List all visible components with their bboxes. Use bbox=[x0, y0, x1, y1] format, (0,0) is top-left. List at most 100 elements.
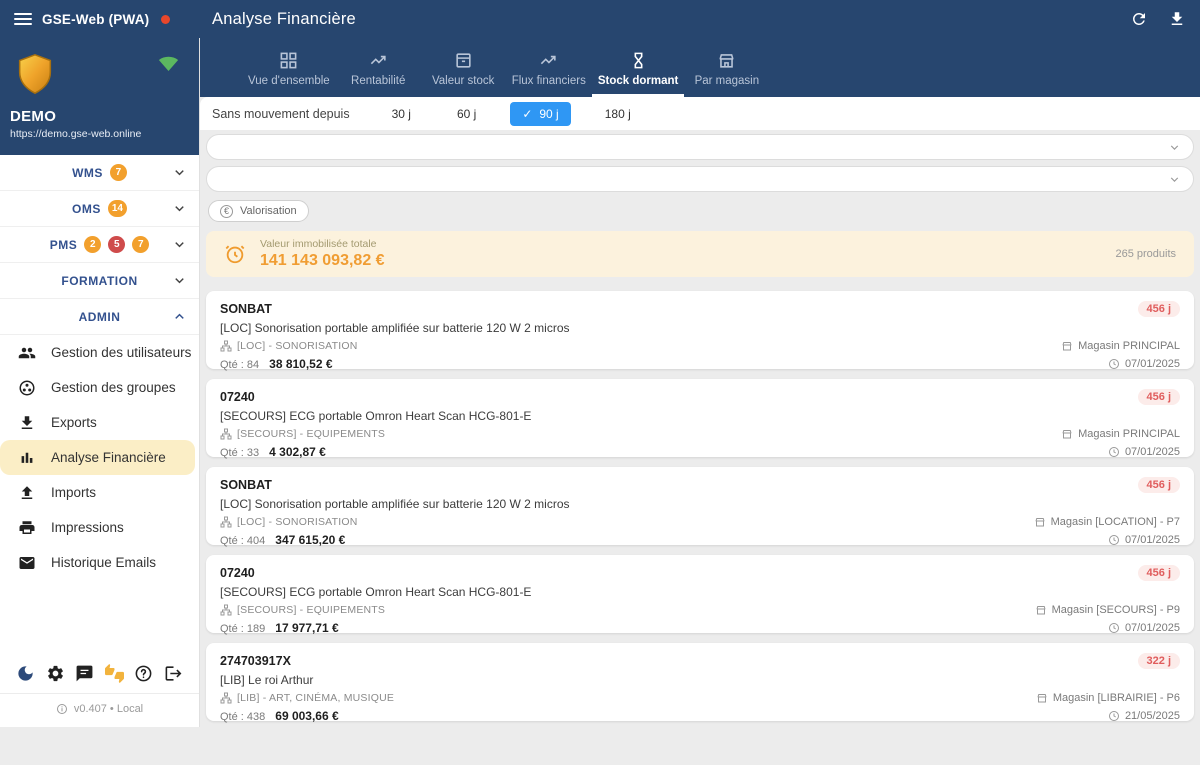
product-store: Magasin [LOCATION] - P7 bbox=[1034, 516, 1180, 528]
stock-age-badge: 456 j bbox=[1138, 389, 1180, 405]
product-code: SONBAT bbox=[220, 478, 272, 492]
product-code: 07240 bbox=[220, 566, 255, 580]
hierarchy-icon bbox=[220, 604, 232, 616]
tab-flux-financiers[interactable]: Flux financiers bbox=[506, 38, 592, 97]
import-upload-icon bbox=[18, 484, 36, 502]
product-quantity: Qté : 43869 003,66 € bbox=[220, 707, 339, 725]
sidebar-item-users[interactable]: Gestion des utilisateurs bbox=[0, 335, 199, 370]
stock-box-icon bbox=[454, 51, 473, 70]
sidebar-group-pms[interactable]: PMS 2 5 7 bbox=[0, 227, 199, 263]
sidebar-group-oms[interactable]: OMS 14 bbox=[0, 191, 199, 227]
product-card[interactable]: SONBAT 456 j [LOC] Sonorisation portable… bbox=[206, 467, 1194, 545]
filter-select-2[interactable] bbox=[206, 166, 1194, 192]
alarm-clock-icon bbox=[224, 243, 246, 265]
trending-line-icon bbox=[539, 51, 558, 70]
settings-gear-icon[interactable] bbox=[46, 664, 65, 683]
product-description: [SECOURS] ECG portable Omron Heart Scan … bbox=[220, 585, 1180, 599]
sidebar-footer: v0.407 • Local bbox=[0, 656, 199, 727]
tab-par-magasin[interactable]: Par magasin bbox=[684, 38, 769, 97]
sidebar-item-exports[interactable]: Exports bbox=[0, 405, 199, 440]
sidebar-item-imports[interactable]: Imports bbox=[0, 475, 199, 510]
product-count: 265 produits bbox=[1115, 248, 1176, 260]
product-card[interactable]: 274703917X 322 j [LIB] Le roi Arthur [LI… bbox=[206, 643, 1194, 721]
product-date: 21/05/2025 bbox=[1108, 710, 1180, 722]
product-category: [LOC] - SONORISATION bbox=[220, 516, 357, 528]
download-icon[interactable] bbox=[1168, 10, 1186, 28]
product-store: Magasin [LIBRAIRIE] - P6 bbox=[1036, 692, 1180, 704]
email-icon bbox=[18, 554, 36, 572]
clock-icon bbox=[1108, 534, 1120, 546]
tab-vue-densemble[interactable]: Vue d'ensemble bbox=[242, 38, 336, 97]
tab-valeur-stock[interactable]: Valeur stock bbox=[421, 38, 506, 97]
product-description: [LIB] Le roi Arthur bbox=[220, 673, 1180, 687]
sidebar-group-formation[interactable]: FORMATION bbox=[0, 263, 199, 299]
content-area: € Valorisation Valeur immobilisée totale… bbox=[200, 130, 1200, 727]
shield-logo-icon bbox=[12, 50, 58, 98]
summary-panel: Valeur immobilisée totale 141 143 093,82… bbox=[206, 231, 1194, 277]
version-text: v0.407 • Local bbox=[74, 703, 143, 715]
product-card[interactable]: SONBAT 456 j [LOC] Sonorisation portable… bbox=[206, 291, 1194, 369]
printer-icon bbox=[18, 519, 36, 537]
chevron-up-icon bbox=[172, 309, 187, 324]
sidebar-group-admin[interactable]: ADMIN bbox=[0, 299, 199, 335]
product-code: SONBAT bbox=[220, 302, 272, 316]
sidebar-item-impressions[interactable]: Impressions bbox=[0, 510, 199, 545]
brand-zone: GSE-Web (PWA) bbox=[0, 10, 200, 28]
help-icon[interactable] bbox=[134, 664, 153, 683]
count-badge: 14 bbox=[108, 200, 127, 217]
menu-icon[interactable] bbox=[14, 10, 32, 28]
dashboard-icon bbox=[279, 51, 298, 70]
stock-age-badge: 456 j bbox=[1138, 565, 1180, 581]
count-badge: 5 bbox=[108, 236, 125, 253]
sidebar-group-wms[interactable]: WMS 7 bbox=[0, 155, 199, 191]
connection-wifi-icon bbox=[158, 56, 179, 71]
product-quantity: Qté : 334 302,87 € bbox=[220, 443, 326, 461]
stock-age-badge: 322 j bbox=[1138, 653, 1180, 669]
store-icon bbox=[1061, 340, 1073, 352]
sidebar-item-analyse-financiere[interactable]: Analyse Financière bbox=[0, 440, 195, 475]
tab-bar: Vue d'ensemble Rentabilité Valeur stock … bbox=[200, 38, 1200, 97]
tab-rentabilite[interactable]: Rentabilité bbox=[336, 38, 421, 97]
feedback-thumbs-icon[interactable] bbox=[105, 664, 124, 683]
bar-chart-icon bbox=[18, 449, 36, 467]
filter-chip-180j[interactable]: 180 j bbox=[593, 102, 643, 126]
product-category: [SECOURS] - EQUIPEMENTS bbox=[220, 604, 385, 616]
trending-up-icon bbox=[369, 51, 388, 70]
tab-stock-dormant[interactable]: Stock dormant bbox=[592, 38, 685, 97]
product-card[interactable]: 07240 456 j [SECOURS] ECG portable Omron… bbox=[206, 555, 1194, 633]
info-icon bbox=[56, 703, 68, 715]
sidebar-item-historique-emails[interactable]: Historique Emails bbox=[0, 545, 199, 580]
top-bar: GSE-Web (PWA) Analyse Financière bbox=[0, 0, 1200, 38]
stock-age-badge: 456 j bbox=[1138, 301, 1180, 317]
count-badge: 2 bbox=[84, 236, 101, 253]
product-description: [SECOURS] ECG portable Omron Heart Scan … bbox=[220, 409, 1180, 423]
chevron-down-icon bbox=[172, 273, 187, 288]
count-badge: 7 bbox=[110, 164, 127, 181]
sidebar: DEMO https://demo.gse-web.online WMS 7 O… bbox=[0, 38, 200, 727]
product-store: Magasin PRINCIPAL bbox=[1061, 340, 1180, 352]
export-download-icon bbox=[18, 414, 36, 432]
summary-title: Valeur immobilisée totale bbox=[260, 238, 385, 250]
filter-chip-90j[interactable]: ✓90 j bbox=[510, 102, 570, 126]
hierarchy-icon bbox=[220, 340, 232, 352]
product-category: [LOC] - SONORISATION bbox=[220, 340, 357, 352]
chevron-down-icon bbox=[172, 237, 187, 252]
filter-chip-60j[interactable]: 60 j bbox=[445, 102, 488, 126]
sidebar-item-groups[interactable]: Gestion des groupes bbox=[0, 370, 199, 405]
store-icon bbox=[1034, 516, 1046, 528]
product-store: Magasin PRINCIPAL bbox=[1061, 428, 1180, 440]
dark-mode-moon-icon[interactable] bbox=[16, 664, 35, 683]
hierarchy-icon bbox=[220, 428, 232, 440]
filter-bar: Sans mouvement depuis 30 j 60 j ✓90 j 18… bbox=[200, 97, 1200, 130]
product-card[interactable]: 07240 456 j [SECOURS] ECG portable Omron… bbox=[206, 379, 1194, 457]
filter-chip-30j[interactable]: 30 j bbox=[380, 102, 423, 126]
check-icon: ✓ bbox=[522, 107, 532, 121]
valorisation-chip[interactable]: € Valorisation bbox=[208, 200, 309, 222]
logout-icon[interactable] bbox=[164, 664, 183, 683]
status-dot-icon bbox=[161, 15, 170, 24]
refresh-icon[interactable] bbox=[1130, 10, 1148, 28]
filter-select-1[interactable] bbox=[206, 134, 1194, 160]
chevron-down-icon bbox=[1168, 141, 1181, 154]
chat-icon[interactable] bbox=[75, 664, 94, 683]
users-icon bbox=[18, 344, 36, 362]
